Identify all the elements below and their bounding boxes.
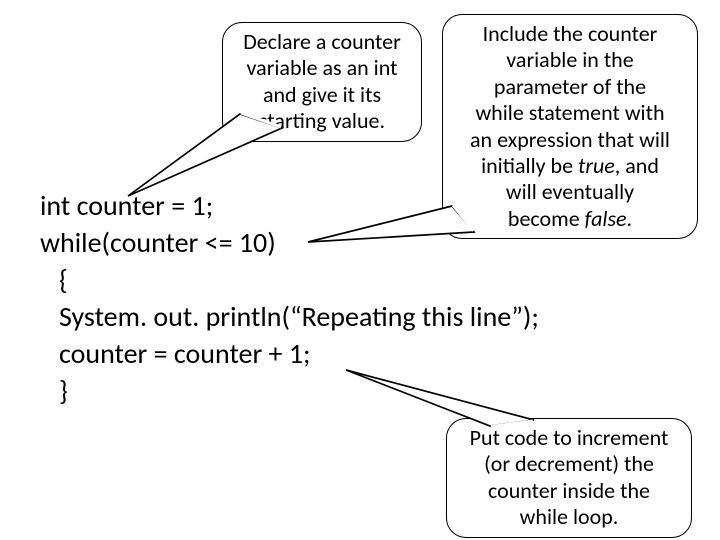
callout-declare: Declare a countervariable as an intand g… bbox=[222, 22, 422, 142]
callout-increment: Put code to increment(or decrement) thec… bbox=[446, 418, 692, 538]
code-line-6: } bbox=[40, 373, 68, 408]
code-line-5: counter = counter + 1; bbox=[40, 336, 311, 371]
callout-increment-text: Put code to increment(or decrement) thec… bbox=[470, 424, 669, 530]
code-line-4: System. out. println(“Repeating this lin… bbox=[40, 299, 539, 334]
code-line-2: while(counter <= 10) bbox=[40, 225, 276, 260]
code-line-3: { bbox=[40, 262, 68, 297]
code-line-1: int counter = 1; bbox=[40, 188, 213, 223]
code-block: int counter = 1; while(counter <= 10) { … bbox=[40, 188, 539, 410]
callout-declare-text: Declare a countervariable as an intand g… bbox=[243, 28, 401, 134]
